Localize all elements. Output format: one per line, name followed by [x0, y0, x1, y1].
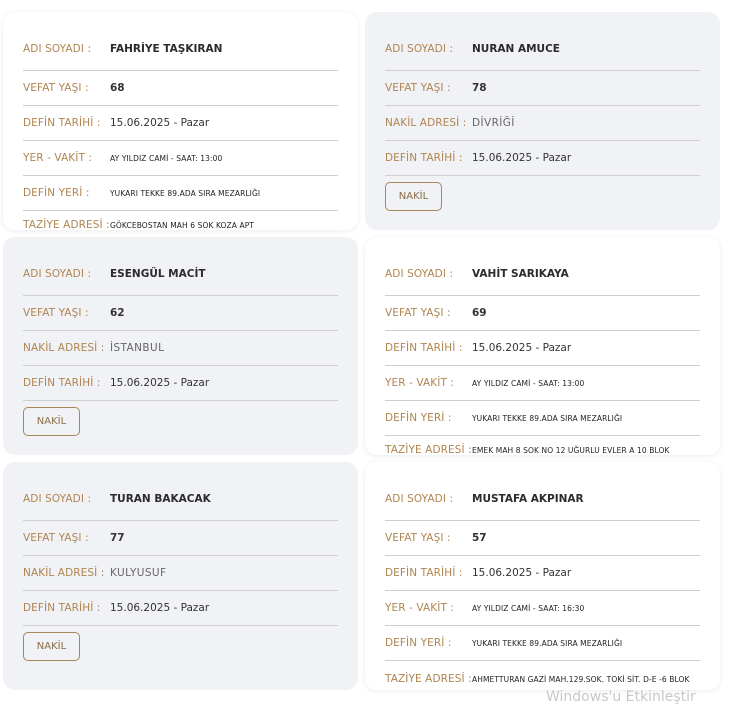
burial-date-label: DEFİN TARİHİ :: [23, 117, 101, 129]
name-row: ADI SOYADI : ESENGÜL MACİT: [23, 252, 338, 296]
burial-place-row: DEFİN YERİ : YUKARI TEKKE 89.ADA SIRA ME…: [385, 401, 700, 436]
name-row: ADI SOYADI : TURAN BAKACAK: [23, 477, 338, 521]
transfer-address-row: NAKİL ADRESİ : DİVRİĞİ: [385, 106, 700, 141]
burial-date-label: DEFİN TARİHİ :: [23, 602, 101, 614]
age-label: VEFAT YAŞI :: [23, 532, 89, 544]
age-value: 57: [472, 532, 487, 544]
burial-date-row: DEFİN TARİHİ : 15.06.2025 - Pazar: [385, 556, 700, 591]
burial-date-row: DEFİN TARİHİ : 15.06.2025 - Pazar: [23, 591, 338, 626]
condolence-label: TAZİYE ADRESİ :: [385, 673, 472, 685]
age-value: 78: [472, 82, 487, 94]
burial-date-label: DEFİN TARİHİ :: [23, 377, 101, 389]
burial-date-row: DEFİN TARİHİ : 15.06.2025 - Pazar: [23, 106, 338, 141]
place-time-row: YER - VAKİT : AY YILDIZ CAMİ - SAAT: 13:…: [385, 366, 700, 401]
transfer-button[interactable]: NAKİL: [385, 182, 442, 211]
transfer-address-label: NAKİL ADRESİ :: [385, 117, 467, 129]
place-time-row: YER - VAKİT : AY YILDIZ CAMİ - SAAT: 13:…: [23, 141, 338, 176]
place-time-label: YER - VAKİT :: [23, 152, 93, 164]
burial-date-value: 15.06.2025 - Pazar: [110, 602, 210, 614]
obituary-card: ADI SOYADI : ESENGÜL MACİT VEFAT YAŞI : …: [3, 237, 358, 455]
burial-date-value: 15.06.2025 - Pazar: [110, 377, 210, 389]
transfer-address-row: NAKİL ADRESİ : KULYUSUF: [23, 556, 338, 591]
transfer-address-row: NAKİL ADRESİ : İSTANBUL: [23, 331, 338, 366]
burial-place-value: YUKARI TEKKE 89.ADA SIRA MEZARLIĞI: [472, 413, 623, 423]
age-label: VEFAT YAŞI :: [23, 82, 89, 94]
obituary-card: ADI SOYADI : MUSTAFA AKPINAR VEFAT YAŞI …: [365, 462, 720, 690]
deceased-name: ESENGÜL MACİT: [110, 267, 206, 280]
age-row: VEFAT YAŞI : 68: [23, 71, 338, 106]
age-value: 68: [110, 82, 125, 94]
burial-place-value: YUKARI TEKKE 89.ADA SIRA MEZARLIĞI: [472, 638, 623, 648]
burial-place-value: YUKARI TEKKE 89.ADA SIRA MEZARLIĞI: [110, 188, 261, 198]
age-value: 69: [472, 307, 487, 319]
age-value: 77: [110, 532, 125, 544]
deceased-name: NURAN AMUCE: [472, 42, 560, 55]
transfer-address-value: DİVRİĞİ: [472, 117, 515, 129]
name-label: ADI SOYADI :: [385, 267, 454, 280]
place-time-value: AY YILDIZ CAMİ - SAAT: 16:30: [472, 603, 585, 613]
age-label: VEFAT YAŞI :: [23, 307, 89, 319]
obituary-card: ADI SOYADI : FAHRİYE TAŞKIRAN VEFAT YAŞI…: [3, 12, 358, 231]
age-label: VEFAT YAŞI :: [385, 307, 451, 319]
deceased-name: VAHİT SARIKAYA: [472, 267, 569, 280]
age-row: VEFAT YAŞI : 77: [23, 521, 338, 556]
burial-date-row: DEFİN TARİHİ : 15.06.2025 - Pazar: [385, 331, 700, 366]
age-label: VEFAT YAŞI :: [385, 82, 451, 94]
name-row: ADI SOYADI : MUSTAFA AKPINAR: [385, 477, 700, 521]
burial-date-label: DEFİN TARİHİ :: [385, 567, 463, 579]
condolence-row: TAZİYE ADRESİ : GÖKCEBOSTAN MAH 6 SOK KO…: [23, 211, 338, 239]
transfer-address-value: KULYUSUF: [110, 567, 167, 579]
name-label: ADI SOYADI :: [23, 492, 92, 505]
burial-date-label: DEFİN TARİHİ :: [385, 152, 463, 164]
activation-watermark: Windows'u Etkinleştir: [546, 689, 696, 705]
name-row: ADI SOYADI : FAHRİYE TAŞKIRAN: [23, 27, 338, 71]
transfer-address-label: NAKİL ADRESİ :: [23, 567, 105, 579]
transfer-address-label: NAKİL ADRESİ :: [23, 342, 105, 354]
transfer-button[interactable]: NAKİL: [23, 407, 80, 436]
name-label: ADI SOYADI :: [385, 492, 454, 505]
burial-date-label: DEFİN TARİHİ :: [385, 342, 463, 354]
transfer-address-value: İSTANBUL: [110, 342, 165, 354]
name-label: ADI SOYADI :: [385, 42, 454, 55]
burial-place-label: DEFİN YERİ :: [23, 187, 90, 199]
place-time-label: YER - VAKİT :: [385, 377, 455, 389]
condolence-row: TAZİYE ADRESİ : EMEK MAH 8 SOK NO 12 UĞU…: [385, 436, 700, 464]
place-time-value: AY YILDIZ CAMİ - SAAT: 13:00: [110, 153, 223, 163]
age-row: VEFAT YAŞI : 69: [385, 296, 700, 331]
burial-date-value: 15.06.2025 - Pazar: [472, 342, 572, 354]
transfer-button[interactable]: NAKİL: [23, 632, 80, 661]
obituary-card: ADI SOYADI : TURAN BAKACAK VEFAT YAŞI : …: [3, 462, 358, 690]
name-row: ADI SOYADI : VAHİT SARIKAYA: [385, 252, 700, 296]
burial-place-label: DEFİN YERİ :: [385, 412, 452, 424]
age-row: VEFAT YAŞI : 78: [385, 71, 700, 106]
age-value: 62: [110, 307, 125, 319]
burial-date-row: DEFİN TARİHİ : 15.06.2025 - Pazar: [23, 366, 338, 401]
burial-date-value: 15.06.2025 - Pazar: [472, 567, 572, 579]
name-label: ADI SOYADI :: [23, 267, 92, 280]
age-row: VEFAT YAŞI : 57: [385, 521, 700, 556]
burial-place-row: DEFİN YERİ : YUKARI TEKKE 89.ADA SIRA ME…: [385, 626, 700, 661]
deceased-name: MUSTAFA AKPINAR: [472, 492, 584, 505]
condolence-label: TAZİYE ADRESİ :: [385, 444, 472, 456]
condolence-label: TAZİYE ADRESİ :: [23, 219, 110, 231]
name-row: ADI SOYADI : NURAN AMUCE: [385, 27, 700, 71]
age-row: VEFAT YAŞI : 62: [23, 296, 338, 331]
burial-date-value: 15.06.2025 - Pazar: [110, 117, 210, 129]
place-time-label: YER - VAKİT :: [385, 602, 455, 614]
obituary-card: ADI SOYADI : NURAN AMUCE VEFAT YAŞI : 78…: [365, 12, 720, 230]
burial-date-row: DEFİN TARİHİ : 15.06.2025 - Pazar: [385, 141, 700, 176]
condolence-value: EMEK MAH 8 SOK NO 12 UĞURLU EVLER A 10 B…: [472, 445, 670, 455]
burial-date-value: 15.06.2025 - Pazar: [472, 152, 572, 164]
deceased-name: TURAN BAKACAK: [110, 492, 211, 505]
deceased-name: FAHRİYE TAŞKIRAN: [110, 42, 223, 55]
condolence-value: AHMETTURAN GAZİ MAH.129.SOK. TOKİ SİT. D…: [472, 674, 690, 684]
condolence-value: GÖKCEBOSTAN MAH 6 SOK KOZA APT: [110, 220, 255, 230]
name-label: ADI SOYADI :: [23, 42, 92, 55]
burial-place-row: DEFİN YERİ : YUKARI TEKKE 89.ADA SIRA ME…: [23, 176, 338, 211]
age-label: VEFAT YAŞI :: [385, 532, 451, 544]
obituary-card: ADI SOYADI : VAHİT SARIKAYA VEFAT YAŞI :…: [365, 237, 720, 456]
place-time-value: AY YILDIZ CAMİ - SAAT: 13:00: [472, 378, 585, 388]
burial-place-label: DEFİN YERİ :: [385, 637, 452, 649]
place-time-row: YER - VAKİT : AY YILDIZ CAMİ - SAAT: 16:…: [385, 591, 700, 626]
